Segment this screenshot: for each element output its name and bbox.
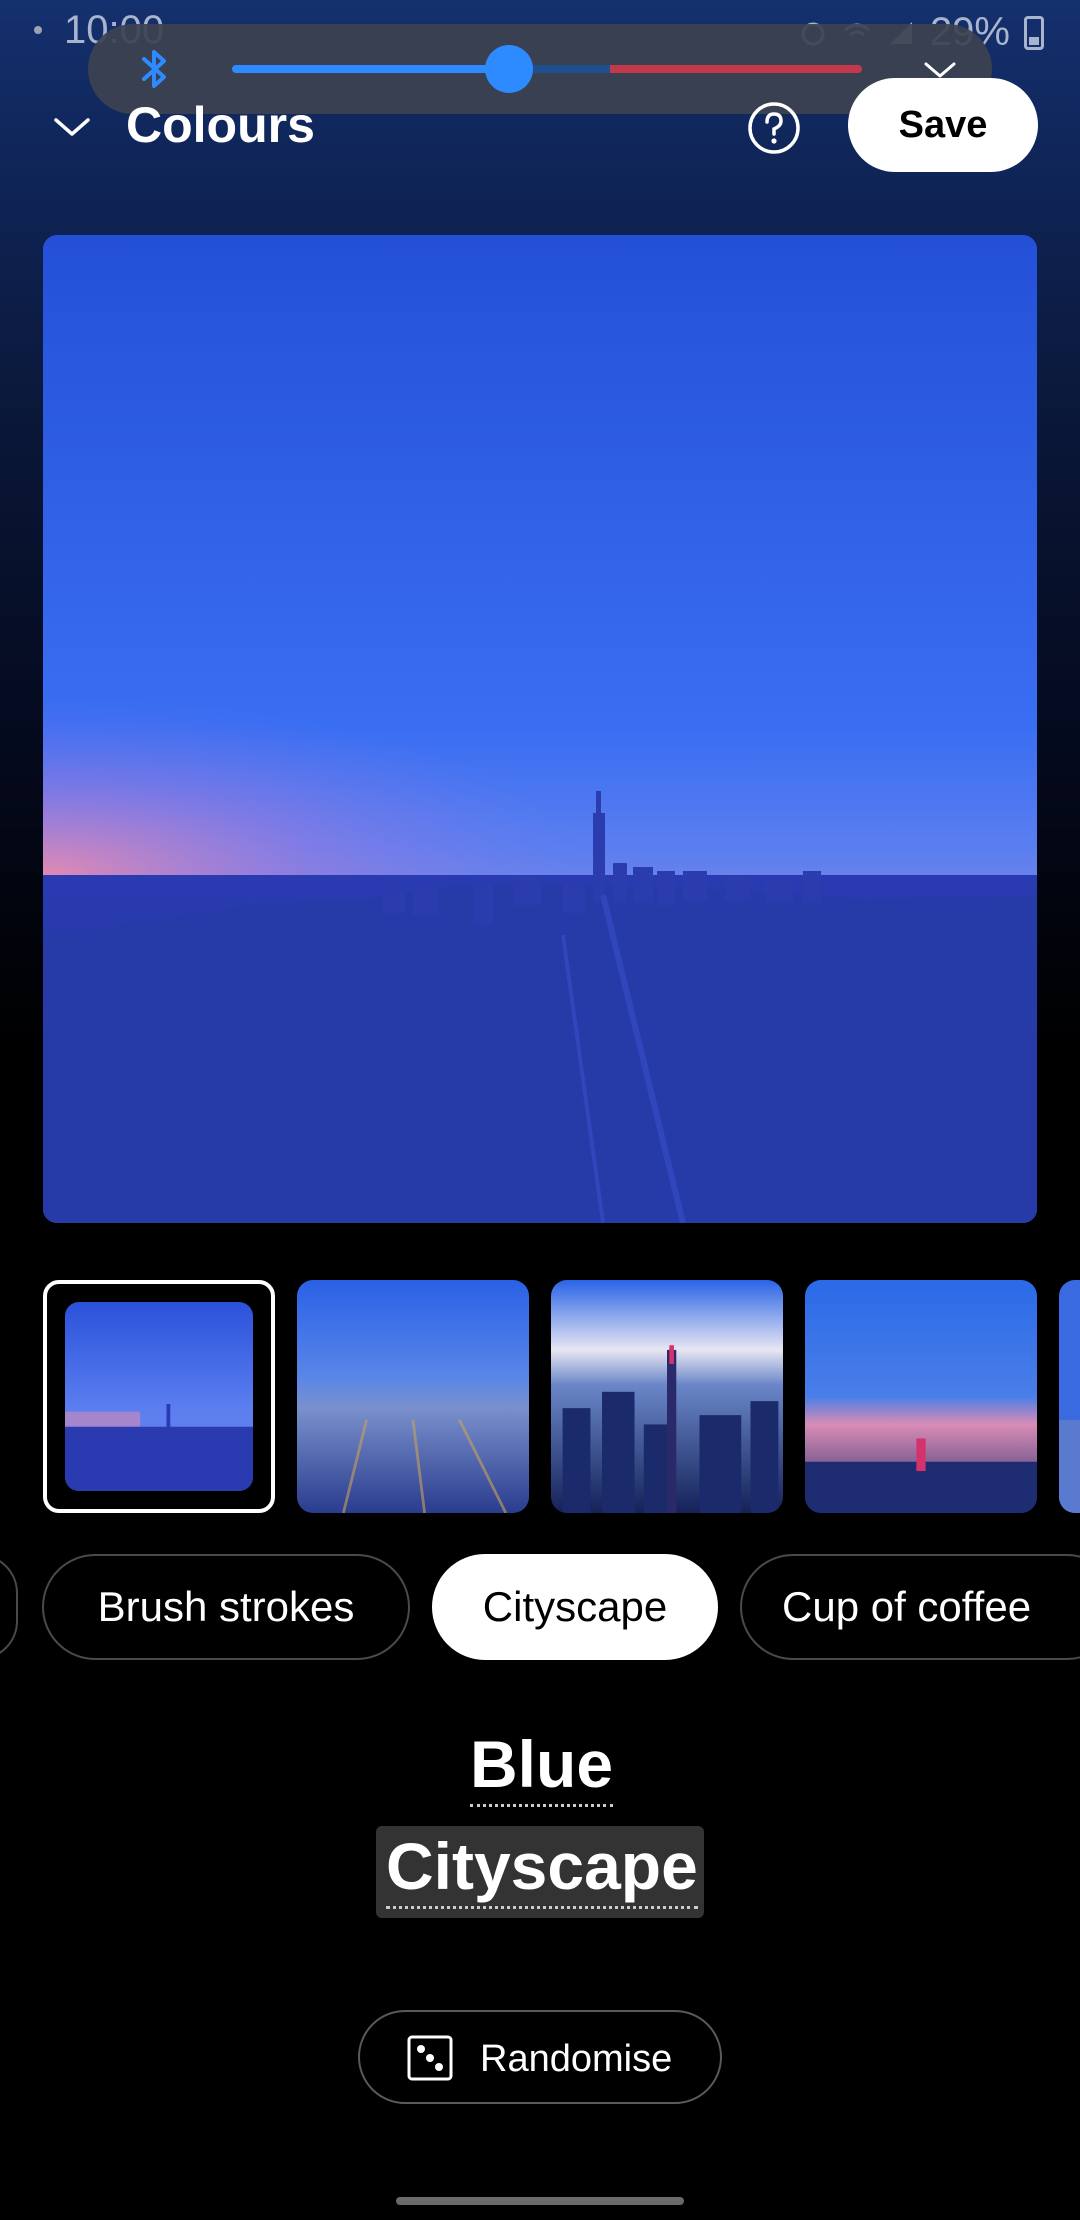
volume-warning-range [610,65,862,73]
chip-cup-of-coffee[interactable]: Cup of coffee [740,1554,1080,1660]
wallpaper-thumbnail-strip [43,1280,1080,1513]
thumbnail-5-image [1059,1280,1080,1513]
thumbnail-1-image [65,1302,253,1491]
thumbnail-5-partial[interactable] [1059,1280,1080,1513]
battery-icon [1024,15,1044,50]
thumbnail-3-image [551,1280,783,1513]
randomise-label: Randomise [480,2038,673,2080]
bluetooth-icon [142,50,166,88]
help-icon[interactable] [746,100,802,156]
volume-slider-fill [232,65,510,73]
cityscape-preview-image [43,235,1037,1223]
category-chip-row: Brush strokes Cityscape Cup of coffee [0,1554,1080,1660]
thumbnail-4[interactable] [805,1280,1037,1513]
palette-name-word-2[interactable]: Cityscape [386,1828,698,1909]
chip-previous-partial[interactable] [0,1554,18,1660]
colour-wallpaper-screen: 10:00 29% Colours Save [0,0,1080,2220]
volume-slider-track[interactable] [232,65,862,73]
dice-icon [407,2035,453,2081]
home-indicator[interactable] [396,2197,684,2205]
thumbnail-3[interactable] [551,1280,783,1513]
thumbnail-2[interactable] [297,1280,529,1513]
wallpaper-preview [43,235,1037,1223]
palette-name-word-1[interactable]: Blue [470,1726,614,1807]
chip-brush-strokes[interactable]: Brush strokes [42,1554,410,1660]
thumbnail-4-image [805,1280,1037,1513]
chip-cityscape[interactable]: Cityscape [432,1554,718,1660]
notification-dot [34,26,42,34]
save-button[interactable]: Save [848,78,1038,172]
thumbnail-2-image [297,1280,529,1513]
collapse-chevron-icon[interactable] [48,102,96,150]
thumbnail-1-selected[interactable] [43,1280,275,1513]
page-title: Colours [126,97,315,153]
volume-slider-thumb[interactable] [485,45,534,93]
randomise-button[interactable]: Randomise [358,2010,722,2104]
